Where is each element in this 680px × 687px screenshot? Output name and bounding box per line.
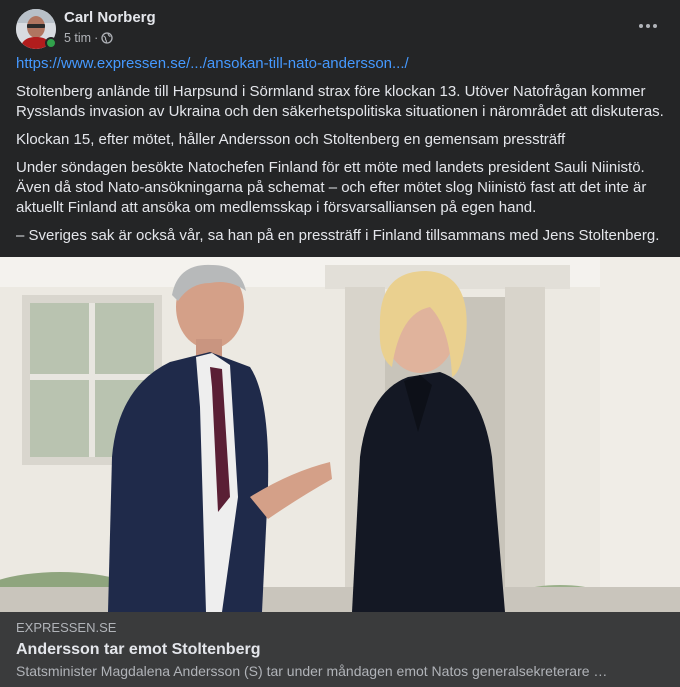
- meta-separator: ·: [94, 31, 99, 45]
- post-card: Carl Norberg 5 tim · https://www.express…: [0, 0, 680, 687]
- article-link[interactable]: https://www.expressen.se/.../ansokan-til…: [16, 55, 409, 72]
- paragraph-1: Stoltenberg anlände till Harpsund i Sörm…: [16, 83, 664, 120]
- post-meta: 5 tim ·: [64, 30, 113, 46]
- photo-two-people-meeting: [0, 257, 680, 612]
- post-body: https://www.expressen.se/.../ansokan-til…: [16, 54, 668, 254]
- online-status-dot: [45, 37, 57, 49]
- post-header: Carl Norberg 5 tim ·: [16, 9, 664, 49]
- paragraph-3: Under söndagen besökte Natochefen Finlan…: [16, 159, 647, 216]
- link-preview-image[interactable]: [0, 257, 680, 612]
- author-name[interactable]: Carl Norberg: [64, 9, 156, 27]
- post-time[interactable]: 5 tim: [64, 30, 91, 46]
- link-preview-card[interactable]: EXPRESSEN.SE Andersson tar emot Stoltenb…: [0, 612, 680, 687]
- preview-title[interactable]: Andersson tar emot Stoltenberg: [16, 640, 664, 660]
- author-avatar[interactable]: [16, 9, 57, 49]
- globe-icon[interactable]: [101, 32, 113, 44]
- preview-description: Statsminister Magdalena Andersson (S) ta…: [16, 663, 608, 679]
- paragraph-4: – Sveriges sak är också vår, sa han på e…: [16, 227, 660, 244]
- preview-domain: EXPRESSEN.SE: [16, 620, 117, 635]
- more-horizontal-icon[interactable]: [634, 14, 662, 38]
- paragraph-2: Klockan 15, efter mötet, håller Andersso…: [16, 131, 566, 148]
